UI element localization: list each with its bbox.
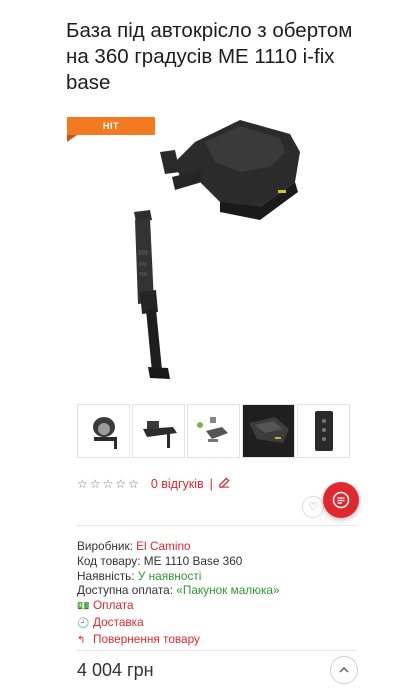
payment-row[interactable]: 💵 Оплата [77,598,367,615]
thumbnail-3[interactable] [187,404,240,458]
divider [77,525,357,526]
wishlist-heart-icon[interactable]: ♡ [302,496,324,518]
availability-value: У наявності [137,568,202,583]
star-icon: ☆ [77,477,88,491]
scroll-up-button[interactable] [330,656,358,684]
rating-stars[interactable]: ☆ ☆ ☆ ☆ ☆ [77,477,139,491]
star-icon: ☆ [115,477,127,491]
product-main-image[interactable] [120,112,320,387]
product-info: Виробник: El Camino Код товару: ME 1110 … [77,539,367,649]
payment-link[interactable]: Оплата [93,598,134,612]
availability-label: Наявність: [77,568,135,583]
control-panel-thumb-image [314,411,333,451]
thumbnail-4[interactable] [242,404,295,458]
rating-row: ☆ ☆ ☆ ☆ ☆ 0 відгуків | [77,476,230,492]
delivery-row[interactable]: 🕘 Доставка [77,615,367,632]
chevron-up-icon [339,667,349,673]
reviews-link[interactable]: 0 відгуків [151,477,204,491]
chat-button[interactable] [323,482,359,518]
product-code-row: Код товару: ME 1110 Base 360 [77,554,367,569]
return-icon: ↰ [77,634,86,646]
thumbnail-2[interactable] [132,404,185,458]
payment-available-label: Доступна оплата: [77,583,173,598]
manufacturer-label: Виробник: [77,539,133,553]
thumbnail-5[interactable] [297,404,350,458]
payment-available-row: Доступна оплата: «Пакунок малюка» [77,583,367,598]
base-bright-thumb-image [196,417,228,442]
manufacturer-row: Виробник: El Camino [77,539,367,554]
separator: | [209,477,213,491]
product-title: База під автокрісло з обертом на 360 гра… [66,19,353,94]
base-dark-thumb-image [248,417,289,443]
return-link[interactable]: Повернення товару [93,632,200,646]
return-row[interactable]: ↰ Повернення товару [77,632,367,649]
code-label: Код товару: [77,553,141,568]
car-seat-thumb-image [92,417,117,449]
product-price: 4 004 грн [77,660,154,680]
delivery-link[interactable]: Доставка [93,615,144,629]
star-icon: ☆ [128,477,139,491]
chat-icon [332,491,350,509]
divider [77,650,357,651]
clock-icon: 🕘 [77,617,90,629]
money-icon: 💵 [77,601,90,613]
payment-available-link[interactable]: «Пакунок малюка» [176,583,279,597]
write-review-icon[interactable] [219,477,230,491]
base-side-thumb-image [142,421,177,448]
star-icon: ☆ [89,477,101,491]
star-icon: ☆ [102,477,114,491]
manufacturer-link[interactable]: El Camino [136,539,190,553]
code-value: ME 1110 Base 360 [143,553,243,568]
thumbnail-1[interactable] [77,404,130,458]
availability-row: Наявність: У наявності [77,569,367,584]
thumbnail-strip [77,404,352,458]
